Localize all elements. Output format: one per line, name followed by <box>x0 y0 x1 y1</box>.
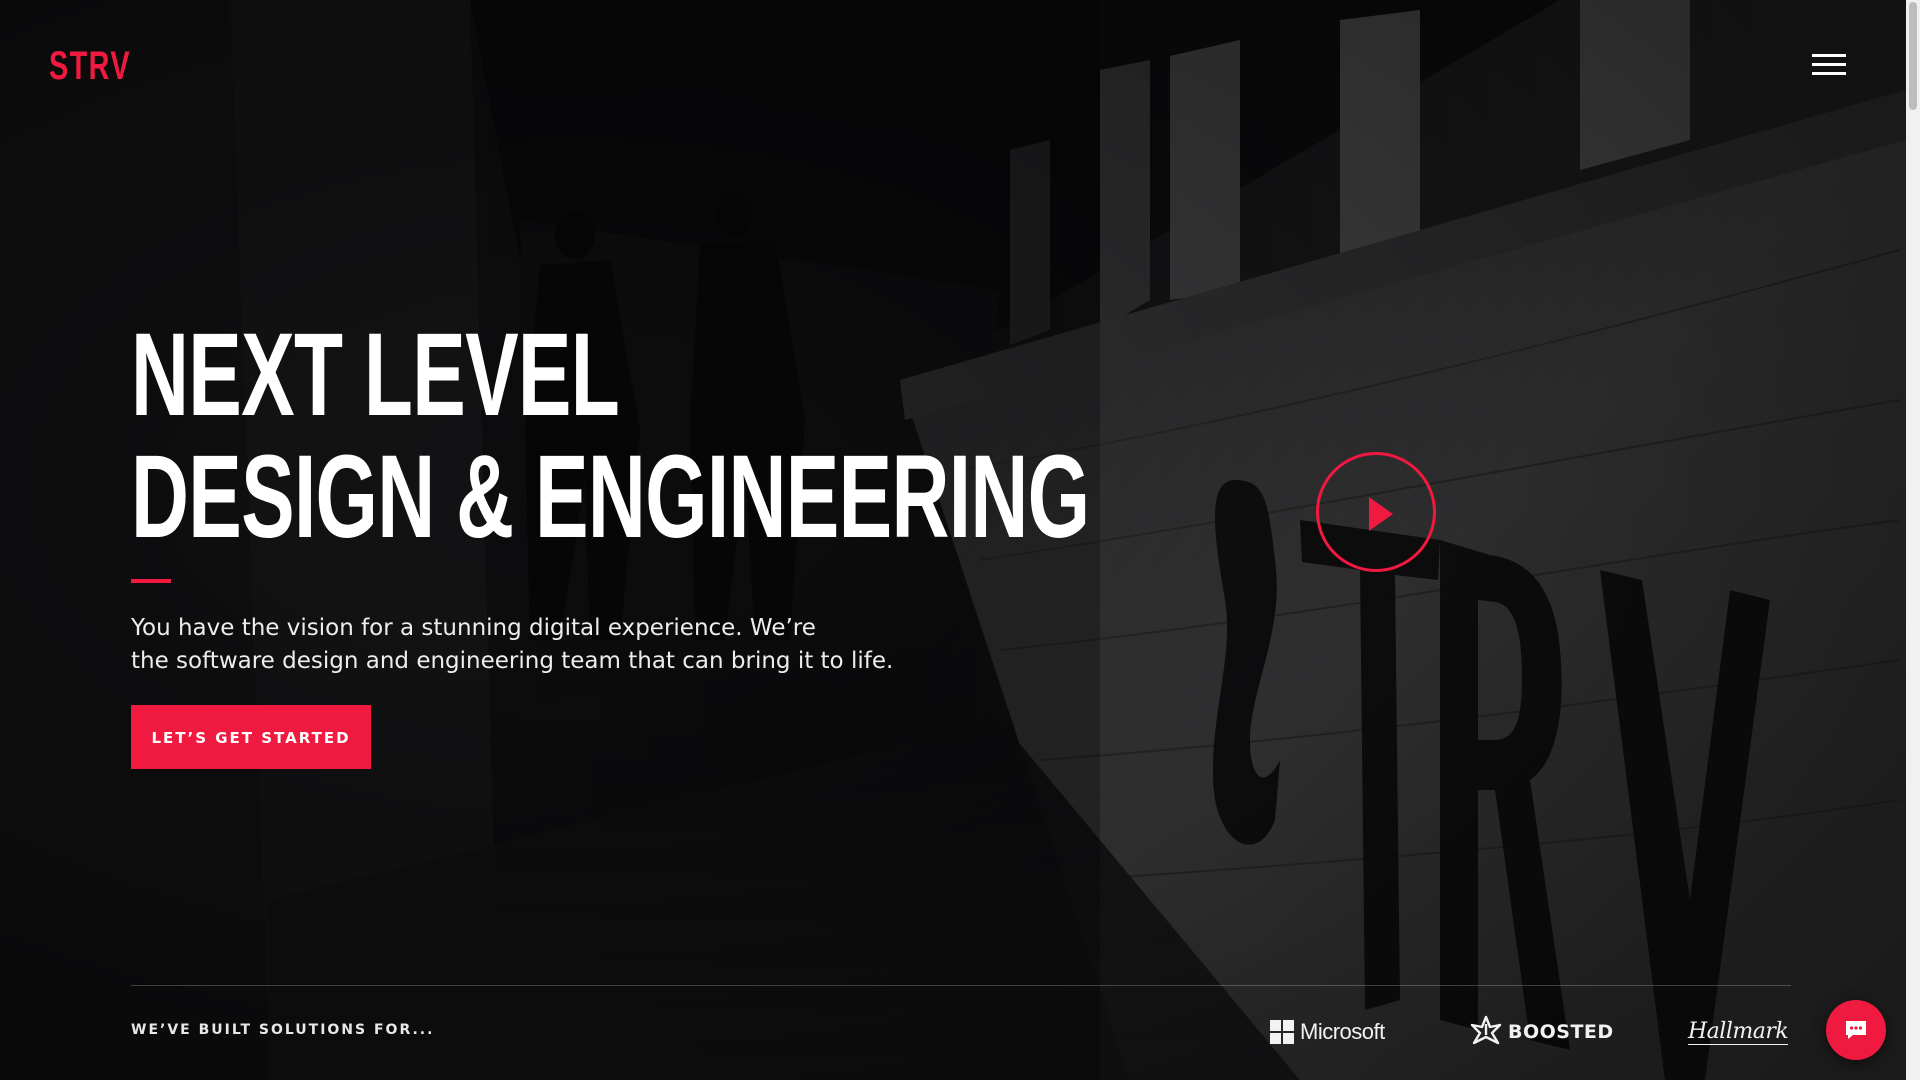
hero-description-line-1: You have the vision for a stunning digit… <box>131 615 816 641</box>
client-name-boosted: BOOSTED <box>1508 1021 1614 1043</box>
chat-bubble-icon <box>1844 1018 1868 1047</box>
page: STRV NEXT LEVEL DESIGN & ENGINEERING You… <box>0 0 1920 1080</box>
play-video-button[interactable] <box>1316 452 1436 572</box>
get-started-button[interactable]: LET’S GET STARTED <box>131 705 371 769</box>
client-logo-boosted: BOOSTED <box>1470 1015 1614 1045</box>
client-logo-microsoft: Microsoft <box>1270 1019 1385 1045</box>
hero-title: NEXT LEVEL DESIGN & ENGINEERING <box>131 309 1090 563</box>
menu-bar <box>1812 63 1846 66</box>
hero-title-line-1: NEXT LEVEL <box>131 309 620 441</box>
menu-bar <box>1812 72 1846 75</box>
client-logo-hallmark: Hallmark <box>1688 1018 1789 1045</box>
scrollbar-thumb[interactable] <box>1909 2 1917 110</box>
chat-button[interactable] <box>1826 1000 1886 1060</box>
clients-label: WE’VE BUILT SOLUTIONS FOR... <box>131 1022 435 1038</box>
client-name-hallmark: Hallmark <box>1688 1018 1789 1045</box>
boosted-mark-icon <box>1470 1015 1502 1050</box>
hamburger-menu-icon[interactable] <box>1812 54 1846 76</box>
microsoft-windows-icon <box>1270 1020 1294 1044</box>
hero-description-line-2: the software design and engineering team… <box>131 648 894 674</box>
hero-description: You have the vision for a stunning digit… <box>131 612 911 678</box>
page-scrollbar[interactable] <box>1906 0 1920 1080</box>
clients-divider <box>131 985 1791 986</box>
client-name-microsoft: Microsoft <box>1300 1019 1385 1044</box>
menu-bar <box>1812 54 1846 57</box>
play-icon <box>1369 497 1393 531</box>
accent-divider <box>131 579 171 583</box>
hero-title-line-2: DESIGN & ENGINEERING <box>131 431 1090 563</box>
strv-logo[interactable]: STRV <box>49 46 131 86</box>
